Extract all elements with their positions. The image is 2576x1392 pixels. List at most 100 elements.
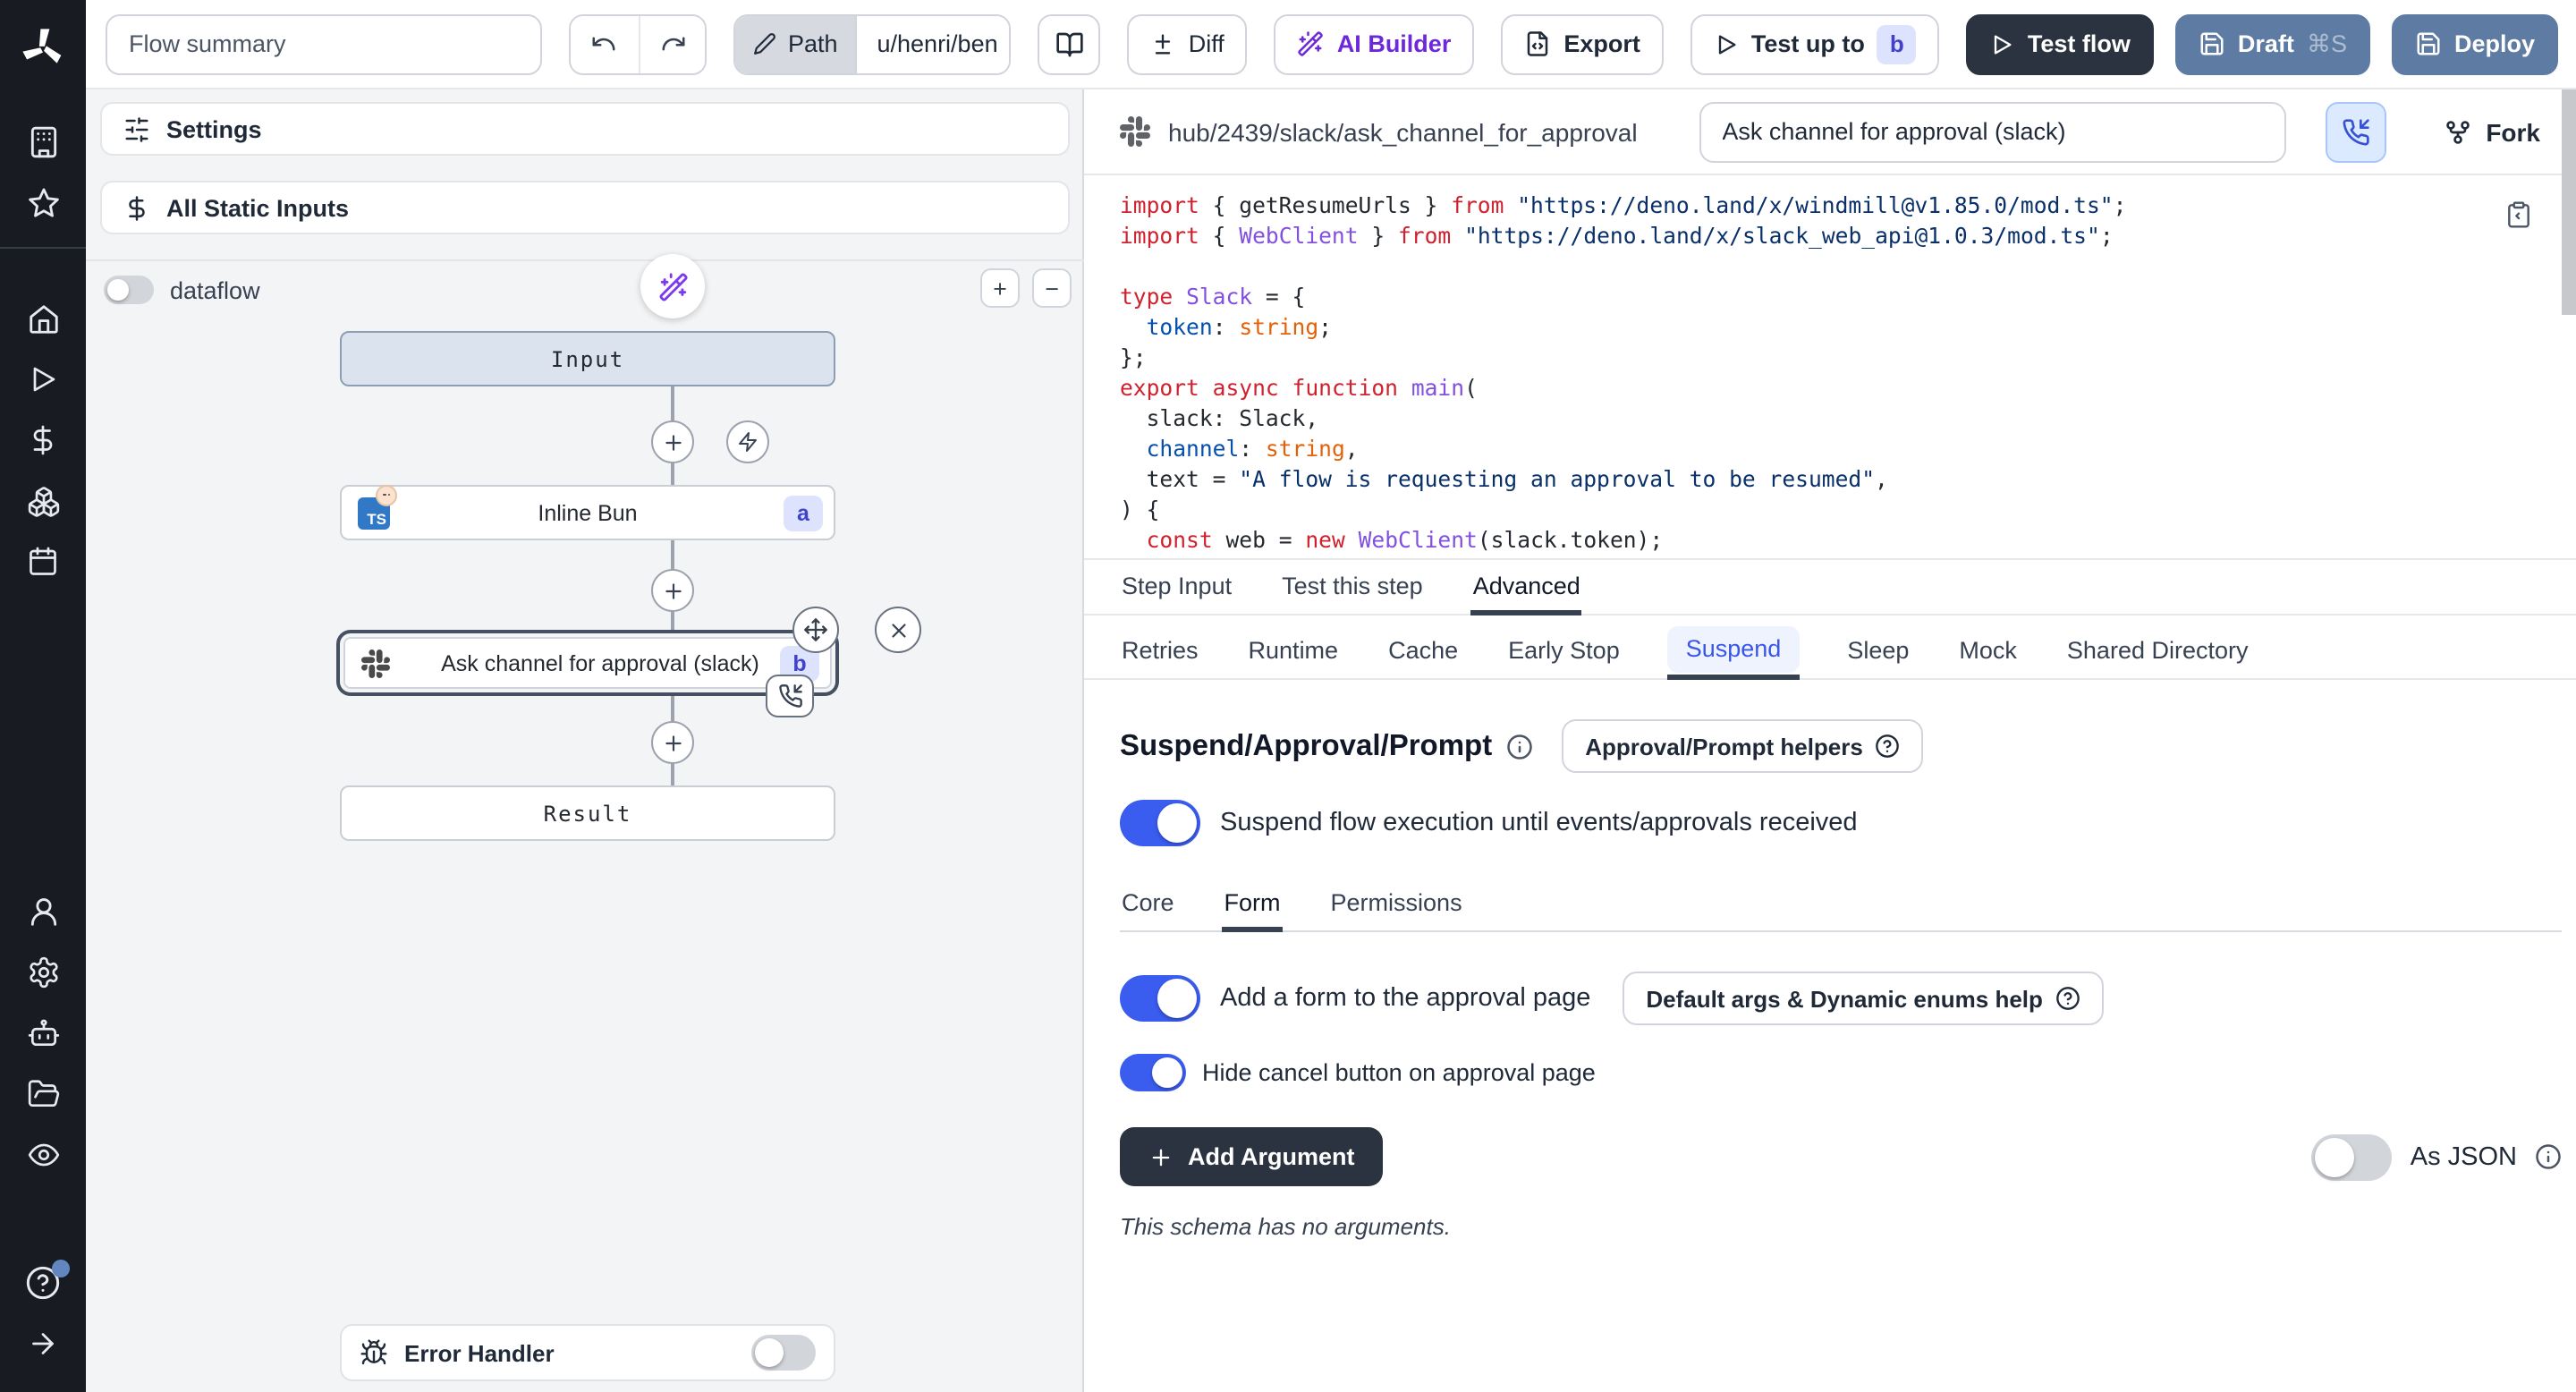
tab-runtime[interactable]: Runtime (1247, 626, 1341, 678)
suspend-toggle-button[interactable] (2325, 101, 2385, 162)
add-form-label: Add a form to the approval page (1220, 984, 1590, 1013)
plus-icon (1148, 1144, 1174, 1169)
tab-early-stop[interactable]: Early Stop (1506, 626, 1622, 678)
close-icon (886, 618, 910, 641)
windmill-logo[interactable] (0, 18, 86, 79)
play-icon (1714, 31, 1739, 56)
help-notification-dot (52, 1260, 70, 1277)
tab-form[interactable]: Form (1223, 878, 1283, 930)
edit-path-button[interactable]: Path (736, 15, 856, 72)
flow-node-approval-selected[interactable]: Ask channel for approval (slack) b (336, 630, 839, 696)
add-step-button[interactable] (651, 420, 694, 463)
dataflow-toggle[interactable] (104, 276, 154, 304)
deploy-button[interactable]: Deploy (2392, 13, 2558, 74)
default-args-help-button[interactable]: Default args & Dynamic enums help (1623, 972, 2104, 1025)
workspace-building-icon[interactable] (0, 111, 86, 172)
pencil-icon (754, 32, 777, 55)
tab-step-input[interactable]: Step Input (1120, 562, 1233, 614)
wand-sparkles-icon (1298, 30, 1325, 57)
runs-play-icon[interactable] (0, 349, 86, 410)
add-argument-button[interactable]: Add Argument (1120, 1127, 1384, 1186)
export-button[interactable]: Export (1501, 13, 1664, 74)
suspend-enable-label: Suspend flow execution until events/appr… (1220, 809, 1858, 837)
copy-code-button[interactable] (2504, 200, 2533, 229)
add-form-toggle[interactable] (1120, 975, 1200, 1022)
hide-cancel-toggle[interactable] (1120, 1054, 1186, 1091)
suspend-phone-indicator[interactable] (766, 675, 814, 717)
flow-summary-input[interactable] (106, 13, 541, 74)
tab-mock[interactable]: Mock (1957, 626, 2019, 678)
schedules-calendar-icon[interactable] (0, 531, 86, 592)
home-icon[interactable] (0, 288, 86, 349)
path-value[interactable]: u/henri/ben (856, 15, 1012, 72)
all-static-inputs-button[interactable]: All Static Inputs (100, 181, 1070, 234)
diff-icon (1151, 31, 1176, 56)
ai-flow-wand-button[interactable] (640, 254, 705, 318)
tab-core[interactable]: Core (1120, 878, 1176, 930)
step-name-input[interactable] (1699, 101, 2285, 162)
dollar-icon (123, 194, 150, 221)
folders-icon[interactable] (0, 1063, 86, 1124)
fork-button[interactable]: Fork (2443, 117, 2540, 146)
move-node-button[interactable] (792, 607, 839, 653)
users-icon[interactable] (0, 880, 86, 941)
resources-boxes-icon[interactable] (0, 471, 86, 531)
add-step-button[interactable] (651, 569, 694, 612)
redo-button[interactable] (638, 15, 706, 72)
error-handler-row[interactable]: Error Handler (340, 1324, 835, 1381)
ai-builder-button[interactable]: AI Builder (1275, 13, 1475, 74)
docs-book-button[interactable] (1038, 13, 1101, 74)
scrollbar-thumb[interactable] (2562, 86, 2576, 315)
expand-sidebar-arrow-icon[interactable] (0, 1313, 86, 1374)
suspend-enable-toggle[interactable] (1120, 800, 1200, 846)
test-up-to-button[interactable]: Test up to b (1690, 13, 1940, 74)
tab-suspend[interactable]: Suspend (1668, 626, 1800, 673)
add-trigger-button[interactable] (726, 420, 769, 463)
undo-button[interactable] (570, 15, 638, 72)
draft-button[interactable]: Draft ⌘S (2175, 13, 2370, 74)
clipboard-icon (2504, 200, 2533, 229)
code-editor[interactable]: import { getResumeUrls } from "https://d… (1084, 174, 2576, 560)
slack-icon (1120, 116, 1150, 147)
sidebar-divider (0, 247, 86, 249)
tab-advanced[interactable]: Advanced (1471, 562, 1582, 614)
delete-node-button[interactable] (875, 607, 921, 653)
flow-node-inline-bun[interactable]: TS Inline Bun a (340, 485, 835, 540)
flow-node-input[interactable]: Input (340, 331, 835, 386)
zoom-out-button[interactable]: − (1032, 268, 1072, 308)
approval-prompt-helpers-button[interactable]: Approval/Prompt helpers (1562, 719, 1924, 773)
hide-cancel-label: Hide cancel button on approval page (1202, 1059, 1596, 1086)
save-icon (2415, 30, 2442, 57)
save-icon (2199, 30, 2225, 57)
help-icon[interactable] (0, 1252, 86, 1313)
variables-dollar-icon[interactable] (0, 410, 86, 471)
tab-sleep[interactable]: Sleep (1845, 626, 1911, 678)
hub-path[interactable]: hub/2439/slack/ask_channel_for_approval (1168, 117, 1638, 146)
tab-permissions[interactable]: Permissions (1329, 878, 1464, 930)
panel-divider (86, 259, 1084, 261)
add-step-button[interactable] (651, 721, 694, 764)
diff-button[interactable]: Diff (1128, 13, 1248, 74)
info-icon[interactable] (2535, 1143, 2562, 1170)
tab-retries[interactable]: Retries (1120, 626, 1200, 678)
settings-gear-icon[interactable] (0, 941, 86, 1002)
move-icon (803, 617, 828, 642)
tab-cache[interactable]: Cache (1386, 626, 1460, 678)
tab-shared-directory[interactable]: Shared Directory (2065, 626, 2250, 678)
error-handler-toggle[interactable] (751, 1335, 816, 1371)
test-flow-button[interactable]: Test flow (1967, 13, 2154, 74)
workers-robot-icon[interactable] (0, 1002, 86, 1063)
windmill-flow-editor: Path u/henri/ben Diff AI Builder Export … (0, 0, 2576, 1392)
info-icon[interactable] (1506, 733, 1533, 760)
audit-eye-icon[interactable] (0, 1124, 86, 1184)
zoom-in-button[interactable]: + (980, 268, 1020, 308)
as-json-toggle[interactable] (2312, 1133, 2393, 1180)
phone-incoming-icon (777, 683, 802, 709)
draft-shortcut: ⌘S (2307, 30, 2347, 58)
step-header: hub/2439/slack/ask_channel_for_approval … (1084, 89, 2576, 174)
question-circle-icon (2055, 986, 2080, 1011)
favorites-star-icon[interactable] (0, 172, 86, 233)
tab-test-this-step[interactable]: Test this step (1280, 562, 1425, 614)
flow-node-result[interactable]: Result (340, 785, 835, 841)
flow-settings-button[interactable]: Settings (100, 102, 1070, 156)
